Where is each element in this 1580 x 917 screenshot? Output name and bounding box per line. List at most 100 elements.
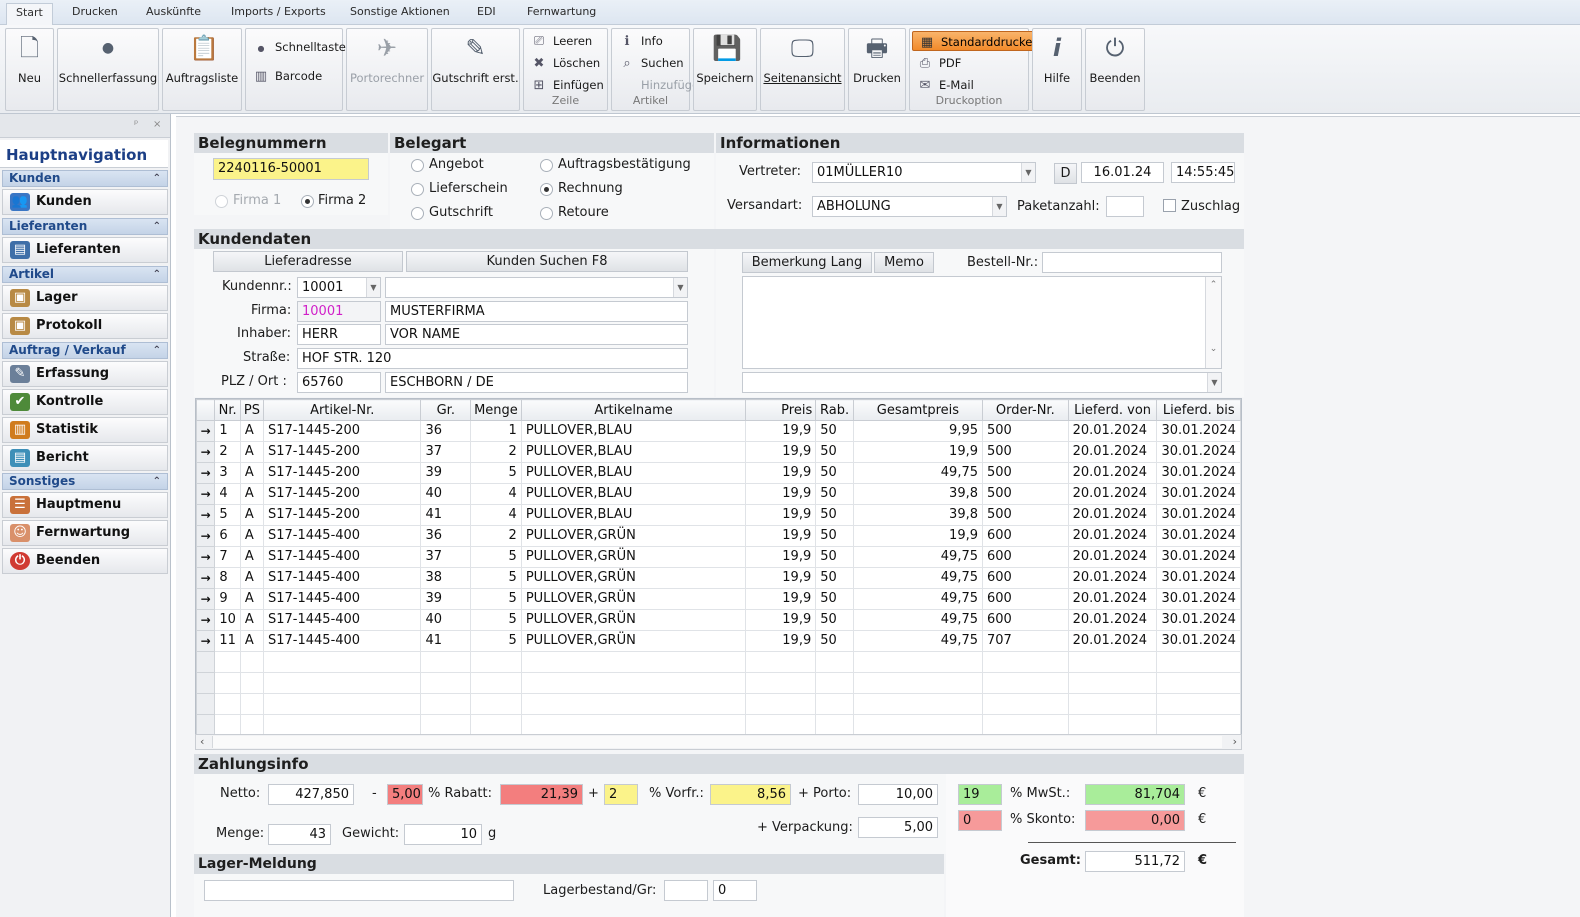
table-cell[interactable]: 50 — [815, 525, 854, 547]
row-arrow-icon[interactable]: → — [196, 504, 216, 526]
table-cell[interactable]: 2 — [470, 525, 522, 547]
lagerbestand-field-1[interactable] — [664, 880, 708, 901]
positions-table[interactable]: Nr. PS Artikel-Nr. Gr. Menge Artikelname… — [195, 398, 1242, 750]
table-cell[interactable]: 19,9 — [745, 567, 817, 589]
table-cell[interactable]: 10 — [214, 609, 241, 631]
sidebar-item-fernwartung[interactable]: ☺ Fernwartung — [2, 520, 168, 546]
table-cell[interactable]: 36 — [420, 420, 472, 442]
lagerbestand-field-2[interactable]: 0 — [713, 880, 757, 901]
table-cell[interactable]: 6 — [214, 525, 241, 547]
table-cell[interactable]: 19,9 — [745, 525, 817, 547]
table-cell[interactable]: 40 — [420, 609, 472, 631]
seitenansicht-button[interactable]: 🖵 Seitenansicht — [760, 28, 845, 111]
rabatt-betrag-field[interactable]: 21,39 — [500, 784, 583, 805]
table-cell[interactable]: 30.01.2024 — [1156, 525, 1241, 547]
table-cell[interactable]: 19,9 — [745, 588, 817, 610]
firma2-radio[interactable] — [301, 195, 314, 208]
table-cell[interactable]: 707 — [982, 630, 1069, 652]
table-row[interactable]: → 3 A S17-1445-200 39 5 PULLOVER,BLAU 19,9 50 49,… — [196, 462, 1241, 484]
table-cell[interactable]: 500 — [982, 504, 1069, 526]
table-cell[interactable]: S17-1445-200 — [262, 483, 422, 505]
table-cell[interactable]: 39 — [420, 588, 472, 610]
table-cell[interactable]: 600 — [982, 567, 1069, 589]
kundennr-name-select[interactable]: ▼ — [385, 277, 688, 298]
leeren-button[interactable]: ⎚ Leeren — [531, 31, 592, 51]
table-cell[interactable]: 37 — [420, 441, 472, 463]
table-cell[interactable]: 19,9 — [745, 630, 817, 652]
table-cell[interactable]: 3 — [214, 462, 241, 484]
table-cell[interactable]: A — [239, 441, 265, 463]
table-cell[interactable]: 9,95 — [852, 420, 984, 442]
angebot-radio[interactable] — [411, 159, 424, 172]
lieferadresse-button[interactable]: Lieferadresse — [213, 251, 403, 272]
table-cell[interactable]: 20.01.2024 — [1067, 504, 1158, 526]
table-cell[interactable]: 500 — [982, 441, 1069, 463]
rabatt-prozent-field[interactable]: 5,00 — [387, 784, 423, 805]
table-cell[interactable]: 8 — [214, 567, 241, 589]
row-arrow-icon[interactable]: → — [196, 441, 216, 463]
lager-meldung-field[interactable] — [204, 880, 514, 901]
table-row[interactable]: → 8 A S17-1445-400 38 5 PULLOVER,GRÜN 19,9 50 49,… — [196, 567, 1241, 589]
chevron-down-icon[interactable]: ▼ — [992, 197, 1006, 216]
table-cell[interactable]: 39 — [420, 462, 472, 484]
email-button[interactable]: ✉ E-Mail — [917, 75, 974, 95]
table-cell[interactable]: 7 — [214, 546, 241, 568]
suchen-button[interactable]: ⌕ Suchen — [619, 53, 683, 73]
collapse-icon[interactable]: ⌃ — [153, 343, 161, 358]
table-row[interactable]: → 2 A S17-1445-200 37 2 PULLOVER,BLAU 19,9 50 19,… — [196, 441, 1241, 463]
auftragsbestaetigung-radio[interactable] — [540, 159, 553, 172]
close-icon[interactable]: × — [153, 119, 161, 130]
table-cell[interactable]: PULLOVER,GRÜN — [520, 546, 747, 568]
table-cell[interactable]: A — [239, 483, 265, 505]
sidebar-item-beenden[interactable]: ⏻ Beenden — [2, 548, 168, 574]
table-cell[interactable]: PULLOVER,BLAU — [520, 504, 747, 526]
belegnummer-field[interactable]: 2240116-50001 — [213, 158, 369, 180]
strasse-field[interactable]: HOF STR. 120 — [297, 348, 688, 369]
table-row[interactable]: → 6 A S17-1445-400 36 2 PULLOVER,GRÜN 19,9 50 19,… — [196, 525, 1241, 547]
table-cell[interactable]: 39,8 — [852, 504, 984, 526]
table-cell[interactable]: 49,75 — [852, 630, 984, 652]
sidebar-item-lieferanten[interactable]: ▤ Lieferanten — [2, 237, 168, 263]
row-arrow-icon[interactable]: → — [196, 630, 216, 652]
table-cell[interactable]: 11 — [214, 630, 241, 652]
vertreter-select[interactable]: 01MÜLLER10 ▼ — [812, 162, 1036, 183]
table-cell[interactable]: 20.01.2024 — [1067, 630, 1158, 652]
memo-button[interactable]: Memo — [874, 252, 934, 273]
table-cell[interactable]: PULLOVER,GRÜN — [520, 588, 747, 610]
datum-field[interactable]: 16.01.24 — [1081, 162, 1164, 183]
table-cell[interactable]: 50 — [815, 462, 854, 484]
table-cell[interactable]: 19,9 — [852, 441, 984, 463]
table-cell[interactable]: 20.01.2024 — [1067, 420, 1158, 442]
table-row[interactable]: → 9 A S17-1445-400 39 5 PULLOVER,GRÜN 19,9 50 49,… — [196, 588, 1241, 610]
table-cell[interactable]: PULLOVER,BLAU — [520, 462, 747, 484]
horizontal-scrollbar[interactable]: ‹ › — [195, 734, 1242, 750]
table-cell[interactable]: 49,75 — [852, 609, 984, 631]
table-cell[interactable]: 49,75 — [852, 588, 984, 610]
table-cell[interactable]: 20.01.2024 — [1067, 567, 1158, 589]
table-cell[interactable]: PULLOVER,BLAU — [520, 483, 747, 505]
table-cell[interactable]: S17-1445-200 — [262, 441, 422, 463]
table-cell[interactable]: 19,9 — [852, 525, 984, 547]
table-cell[interactable]: 9 — [214, 588, 241, 610]
row-arrow-icon[interactable]: → — [196, 609, 216, 631]
zeit-field[interactable]: 14:55:45 — [1171, 162, 1235, 183]
standarddrucker-button[interactable]: ▦ Standarddrucker — [912, 31, 1045, 51]
table-cell[interactable]: 19,9 — [745, 546, 817, 568]
table-cell[interactable]: 49,75 — [852, 546, 984, 568]
sidebar-item-lager[interactable]: ▣ Lager — [2, 285, 168, 311]
kundennr-select[interactable]: 10001 ▼ — [297, 277, 381, 298]
table-cell[interactable]: 5 — [470, 630, 522, 652]
gutschrift-radio[interactable] — [411, 207, 424, 220]
sidebar-item-statistik[interactable]: ▥ Statistik — [2, 417, 168, 443]
table-cell[interactable]: PULLOVER,BLAU — [520, 420, 747, 442]
group-sonstiges[interactable]: Sonstiges ⌃ — [2, 473, 168, 490]
skonto-prozent-field[interactable]: 0 — [958, 810, 1002, 831]
anrede-field[interactable]: HERR — [297, 324, 381, 345]
table-cell[interactable]: 49,75 — [852, 567, 984, 589]
group-kunden[interactable]: Kunden ⌃ — [2, 170, 168, 187]
ort-field[interactable]: ESCHBORN / DE — [385, 372, 688, 393]
table-cell[interactable]: 4 — [214, 483, 241, 505]
table-cell[interactable]: 20.01.2024 — [1067, 483, 1158, 505]
table-cell[interactable]: 19,9 — [745, 420, 817, 442]
table-cell[interactable]: 19,9 — [745, 504, 817, 526]
